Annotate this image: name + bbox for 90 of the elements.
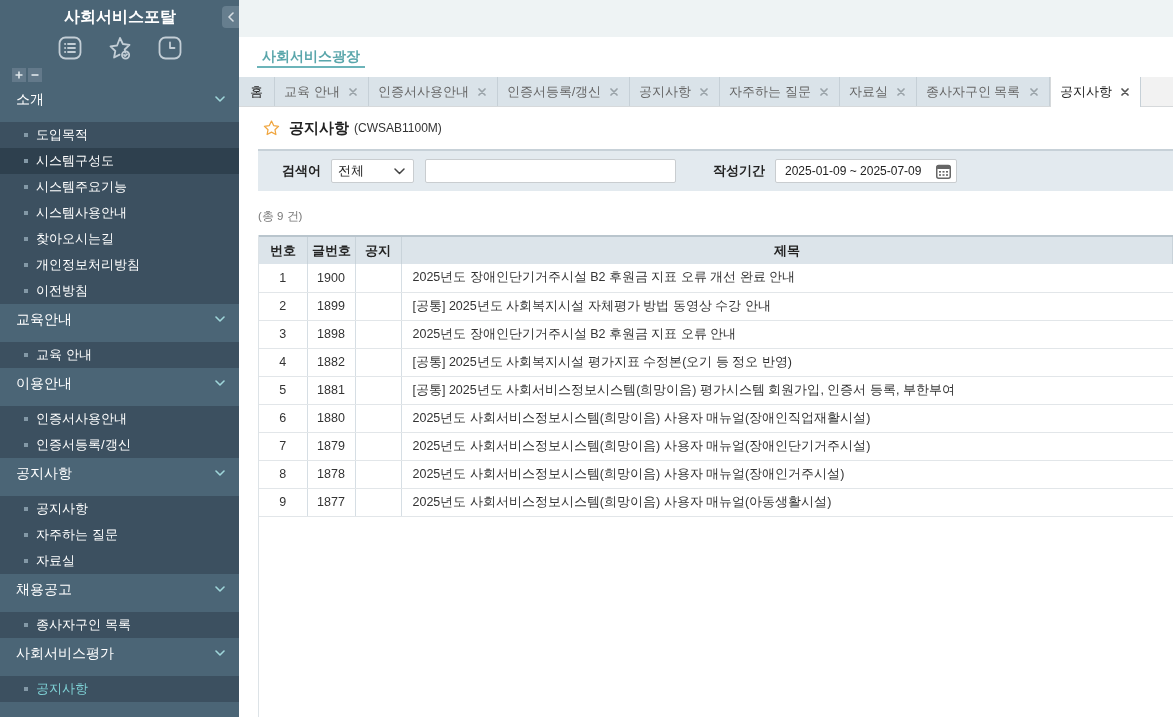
table-cell: 8 (259, 460, 307, 488)
table-cell: 2 (259, 292, 307, 320)
bullet-icon (24, 417, 28, 421)
menu-item[interactable]: 인증서사용안내 (0, 406, 239, 432)
collapse-all-button[interactable] (28, 68, 42, 82)
column-header[interactable]: 공지 (355, 236, 401, 264)
table-cell[interactable]: [공통] 2025년도 사회복지시설 평가지표 수정본(오기 등 정오 반영) (401, 348, 1173, 376)
bullet-icon (24, 559, 28, 563)
tab[interactable]: 인증서등록/갱신 (497, 77, 631, 106)
table-cell[interactable]: [공통] 2025년도 사회서비스정보시스템(희망이음) 평가시스템 회원가입, 인증서 등록, 부한부여 (401, 376, 1173, 404)
bullet-icon (24, 133, 28, 137)
tab[interactable]: 홈 (239, 77, 275, 106)
result-count: (총 9 건) (258, 209, 304, 223)
tab[interactable]: 교육 안내 (275, 77, 369, 106)
bullet-icon (24, 687, 28, 691)
column-header[interactable]: 글번호 (307, 236, 355, 264)
table-cell: 1880 (307, 404, 355, 432)
tab[interactable]: 자료실 (839, 77, 917, 106)
table-cell[interactable]: 2025년도 사회서비스정보시스템(희망이음) 사용자 매뉴얼(장애인거주시설) (401, 460, 1173, 488)
search-input-field[interactable] (425, 159, 676, 183)
table-cell[interactable]: 2025년도 사회서비스정보시스템(희망이음) 사용자 매뉴얼(아동생활시설) (401, 488, 1173, 516)
minus-icon[interactable] (31, 74, 39, 76)
table-cell: 1898 (307, 320, 355, 348)
table-cell: 9 (259, 488, 307, 516)
collapse-sidebar-button[interactable] (222, 6, 239, 28)
table-cell: 1878 (307, 460, 355, 488)
bullet-icon (24, 211, 28, 215)
table-cell[interactable]: 2025년도 장애인단기거주시설 B2 후원금 지표 오류 안내 (401, 320, 1173, 348)
table-cell: 1900 (307, 264, 355, 292)
tab[interactable]: 자주하는 질문 (720, 77, 840, 106)
tab[interactable]: 인증서사용안내 (368, 77, 498, 106)
date-range-field[interactable]: 2025-01-09 ~ 2025-07-09 (775, 159, 957, 183)
close-icon[interactable] (1120, 88, 1129, 96)
table-cell[interactable]: 2025년도 사회서비스정보시스템(희망이음) 사용자 매뉴얼(장애인단기거주시설) (401, 432, 1173, 460)
table-cell: 3 (259, 320, 307, 348)
menu-item[interactable]: 교육 안내 (0, 342, 239, 368)
page-title: 공지사항 (289, 118, 349, 138)
tab[interactable]: 공지사항 (1049, 77, 1141, 107)
menu-item[interactable]: 공지사항 (0, 676, 239, 702)
portal-title: 사회서비스포탈 (63, 7, 176, 27)
table-cell: 5 (259, 376, 307, 404)
menu-item[interactable]: 시스템사용안내 (0, 200, 239, 226)
bullet-icon (24, 185, 28, 189)
table-cell[interactable]: [공통] 2025년도 사회복지시설 자체평가 방법 동영상 수강 안내 (401, 292, 1173, 320)
menu-item[interactable]: 인증서등록/갱신 (0, 432, 239, 458)
menu-item[interactable]: 시스템구성도 (0, 148, 239, 174)
period-label: 작성기간 (713, 162, 765, 180)
clock-icon[interactable] (157, 36, 182, 60)
bullet-icon (24, 353, 28, 357)
bullet-icon (24, 289, 28, 293)
bullet-icon (24, 623, 28, 627)
table-cell: 1899 (307, 292, 355, 320)
bullet-icon (24, 507, 28, 511)
menu-item[interactable]: 도입목적 (0, 122, 239, 148)
bullet-icon (24, 443, 28, 447)
menu-item[interactable]: 이전방침 (0, 278, 239, 304)
table-cell: 1881 (307, 376, 355, 404)
table-cell: 1 (259, 264, 307, 292)
table-cell: 4 (259, 348, 307, 376)
favorite-star-icon[interactable] (263, 120, 280, 136)
table-cell: 6 (259, 404, 307, 432)
star-check-icon[interactable] (107, 36, 132, 60)
chevron-left-icon[interactable] (227, 12, 234, 22)
column-header[interactable]: 제목 (401, 236, 1173, 264)
menu-item[interactable]: 자주하는 질문 (0, 522, 239, 548)
table-cell[interactable]: 2025년도 사회서비스정보시스템(희망이음) 사용자 매뉴얼(장애인직업재활시설) (401, 404, 1173, 432)
category-select[interactable]: 전체 (331, 159, 414, 183)
menu-item[interactable]: 시스템주요기능 (0, 174, 239, 200)
table-cell: 1879 (307, 432, 355, 460)
table-cell: 1882 (307, 348, 355, 376)
table-cell: 1877 (307, 488, 355, 516)
column-header[interactable]: 번호 (259, 236, 307, 264)
table-cell: 7 (259, 432, 307, 460)
bullet-icon (24, 237, 28, 241)
menu-item[interactable]: 자료실 (0, 548, 239, 574)
list-icon[interactable] (57, 36, 82, 60)
caret-icon (394, 167, 405, 175)
bullet-icon (24, 159, 28, 163)
page-code: (CWSAB1100M) (354, 121, 442, 135)
calendar-icon[interactable] (936, 163, 951, 179)
menu-item[interactable]: 개인정보처리방침 (0, 252, 239, 278)
bullet-icon (24, 263, 28, 267)
table-cell[interactable]: 2025년도 장애인단기거주시설 B2 후원금 지표 오류 개선 완료 안내 (401, 264, 1173, 292)
tab[interactable]: 종사자구인 목록 (916, 77, 1050, 106)
menu-item[interactable]: 종사자구인 목록 (0, 612, 239, 638)
bullet-icon (24, 533, 28, 537)
tab[interactable]: 공지사항 (630, 77, 721, 106)
menu-item[interactable]: 공지사항 (0, 496, 239, 522)
menu-item[interactable]: 찾아오시는길 (0, 226, 239, 252)
search-label: 검색어 (282, 162, 321, 180)
